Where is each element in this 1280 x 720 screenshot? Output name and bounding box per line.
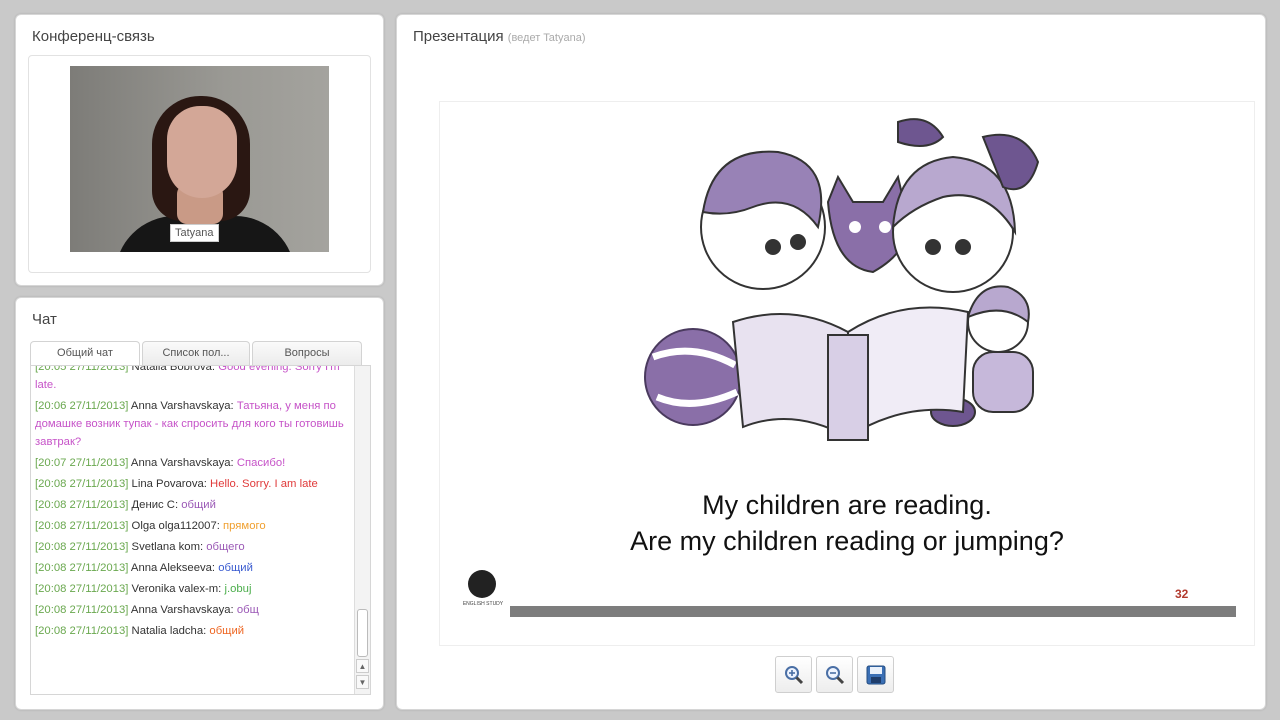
chat-message-timestamp: [20:07 27/11/2013] (35, 457, 131, 469)
chat-message-author: Natalia Bobrova: (131, 365, 219, 373)
presentation-panel: Презентация (ведет Tatyana) My children … (396, 14, 1266, 710)
chat-message: [20:08 27/11/2013] Olga olga112007: прям… (35, 517, 353, 535)
presentation-title: Презентация (ведет Tatyana) (413, 28, 586, 45)
chat-message-timestamp: [20:08 27/11/2013] (35, 583, 132, 595)
scroll-down-arrow-icon[interactable]: ▼ (356, 675, 369, 689)
chat-message-text: прямого (223, 520, 266, 532)
chat-message: [20:05 27/11/2013] Natalia Bobrova: Good… (35, 365, 353, 394)
children-reading-illustration (644, 118, 1040, 441)
chat-tabs: Общий чат Список пол... Вопросы (30, 341, 362, 366)
chat-message-timestamp: [20:08 27/11/2013] (35, 520, 132, 532)
chat-message-author: Olga olga112007: (131, 520, 224, 532)
chat-message-timestamp: [20:06 27/11/2013] (35, 400, 131, 412)
chat-log[interactable]: [20:05 27/11/2013] Natalia Bobrova: Good… (30, 365, 371, 695)
chat-panel: Чат Общий чат Список пол... Вопросы [20:… (15, 297, 384, 710)
chat-message-timestamp: [20:05 27/11/2013] (35, 365, 132, 373)
slide-progress-fill (510, 606, 1236, 617)
slide-text-line-2: Are my children reading or jumping? (630, 526, 1064, 556)
chat-message-text: j.obuj (224, 583, 252, 595)
zoom-in-icon (785, 666, 804, 685)
tab-participants-list[interactable]: Список пол... (142, 341, 250, 365)
slide-text-line-1: My children are reading. (702, 490, 992, 520)
chat-message-author: Anna Alekseeva: (130, 562, 219, 574)
save-button[interactable] (857, 656, 894, 693)
chat-message-author: Anna Varshavskaya: (130, 400, 237, 412)
chat-message: [20:08 27/11/2013] Veronika valex-m: j.o… (35, 580, 353, 598)
presentation-title-text: Презентация (413, 28, 504, 45)
chat-message: [20:08 27/11/2013] Anna Varshavskaya: об… (35, 601, 353, 619)
chat-message-timestamp: [20:08 27/11/2013] (35, 562, 131, 574)
zoom-in-button[interactable] (775, 656, 812, 693)
presenter-label: (ведет Tatyana) (507, 32, 586, 44)
chat-message-timestamp: [20:08 27/11/2013] (35, 541, 132, 553)
slide-canvas: My children are reading. Are my children… (439, 101, 1255, 646)
chat-message-text: общего (206, 541, 245, 553)
slide-progress-bar (510, 606, 1236, 617)
chat-message: [20:06 27/11/2013] Anna Varshavskaya: Та… (35, 397, 353, 451)
logo-text: ENGLISH STUDY (462, 601, 504, 607)
video-container: Tatyana (28, 55, 371, 273)
chat-message-text: Hello. Sorry. I am late (210, 478, 318, 490)
chat-message-author: Anna Varshavskaya: (130, 604, 237, 616)
chat-message-author: Veronika valex-m: (131, 583, 225, 595)
chat-message-author: Anna Varshavskaya: (130, 457, 237, 469)
chat-message-timestamp: [20:08 27/11/2013] (35, 478, 132, 490)
chat-message: [20:08 27/11/2013] Svetlana kom: общего (35, 538, 353, 556)
zoom-out-button[interactable] (816, 656, 853, 693)
chat-message-text: Спасибо! (236, 457, 286, 469)
chat-message: [20:08 27/11/2013] Lina Povarova: Hello.… (35, 475, 353, 493)
chat-message-text: общий (209, 625, 245, 637)
chat-message-author: Lina Povarova: (131, 478, 211, 490)
participant-name-label: Tatyana (170, 224, 219, 242)
tab-general-chat[interactable]: Общий чат (30, 341, 140, 366)
conference-title: Конференц-связь (32, 28, 155, 45)
chat-scrollbar[interactable]: ▲ ▼ (354, 366, 370, 694)
zoom-out-icon (826, 666, 845, 685)
chat-message-timestamp: [20:08 27/11/2013] (35, 625, 132, 637)
chat-title: Чат (32, 311, 57, 328)
chat-message-timestamp: [20:08 27/11/2013] (35, 499, 132, 511)
chat-message-author: Денис С: (131, 499, 182, 511)
scrollbar-thumb[interactable] (357, 609, 368, 657)
chat-message-author: Natalia ladcha: (131, 625, 210, 637)
chat-message-text: общ (236, 604, 259, 616)
webcam-video[interactable]: Tatyana (70, 66, 329, 252)
headphones-logo-icon: ENGLISH STUDY (460, 570, 506, 614)
tab-questions[interactable]: Вопросы (252, 341, 362, 365)
chat-message: [20:07 27/11/2013] Anna Varshavskaya: Сп… (35, 454, 353, 472)
slide-page-number: 32 (1175, 587, 1189, 601)
floppy-disk-icon (866, 665, 886, 685)
presentation-toolbar (775, 656, 894, 694)
conference-panel: Конференц-связь Tatyana (15, 14, 384, 286)
chat-message: [20:08 27/11/2013] Natalia ladcha: общий (35, 622, 353, 640)
chat-message-text: общий (181, 499, 216, 511)
chat-message-text: общий (218, 562, 253, 574)
chat-message-author: Svetlana kom: (131, 541, 207, 553)
scroll-up-arrow-icon[interactable]: ▲ (356, 659, 369, 673)
chat-message: [20:08 27/11/2013] Денис С: общий (35, 496, 353, 514)
chat-message: [20:08 27/11/2013] Anna Alekseeva: общий (35, 559, 353, 577)
chat-message-timestamp: [20:08 27/11/2013] (35, 604, 131, 616)
